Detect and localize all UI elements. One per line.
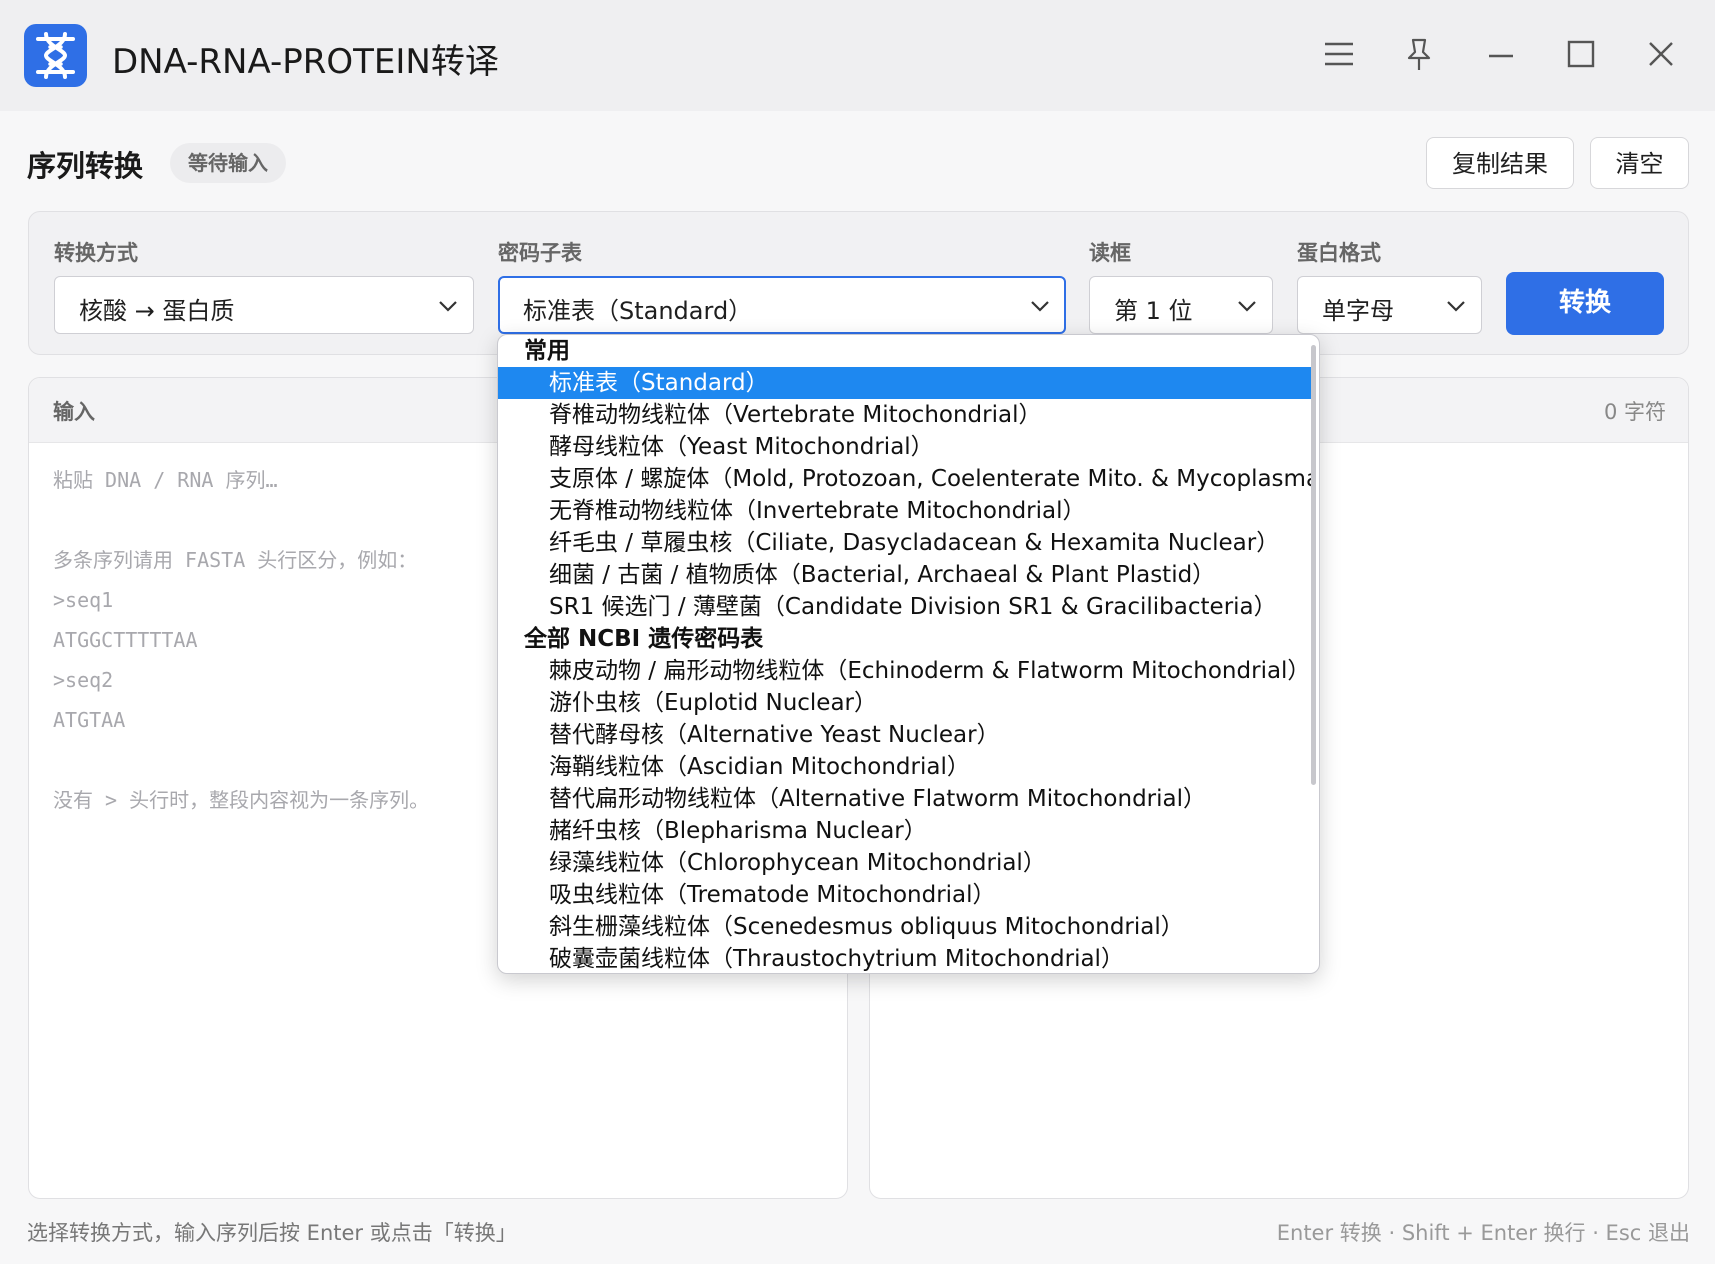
copy-result-button[interactable]: 复制结果 [1426,137,1574,189]
reading-frame-select-value: 第 1 位 [1114,297,1193,325]
dropdown-option[interactable]: 赭纤虫核（Blepharisma Nuclear） [498,815,1312,847]
dropdown-option[interactable]: 替代扁形动物线粒体（Alternative Flatworm Mitochond… [498,783,1312,815]
convert-button[interactable]: 转换 [1506,272,1664,335]
reading-frame-select[interactable]: 第 1 位 [1089,276,1273,334]
dropdown-option[interactable]: 斜生栅藻线粒体（Scenedesmus obliquus Mitochondri… [498,911,1312,943]
char-count: 0 字符 [1603,400,1666,424]
app-title: DNA-RNA-PROTEIN转译 [112,42,499,82]
codon-table-select[interactable]: 标准表（Standard） [498,276,1066,334]
protein-format-select-value: 单字母 [1322,297,1394,325]
dropdown-option[interactable]: 酵母线粒体（Yeast Mitochondrial） [498,431,1312,463]
dropdown-option[interactable]: 无脊椎动物线粒体（Invertebrate Mitochondrial） [498,495,1312,527]
dropdown-option[interactable]: 标准表（Standard） [498,367,1312,399]
mode-select-value: 核酸 → 蛋白质 [79,297,235,325]
codon-table-label: 密码子表 [498,241,582,265]
maximize-icon[interactable] [1563,36,1599,72]
chevron-down-icon [1445,295,1467,323]
pin-icon[interactable] [1401,36,1437,72]
protein-format-label: 蛋白格式 [1297,241,1381,265]
codon-table-select-value: 标准表（Standard） [523,297,753,325]
dropdown-option[interactable]: 纤毛虫 / 草履虫核（Ciliate, Dasycladacean & Hexa… [498,527,1312,559]
footer-hint: 选择转换方式，输入序列后按 Enter 或点击「转换」 [27,1221,517,1245]
reading-frame-label: 读框 [1089,241,1131,265]
dropdown-group-label: 常用 [524,338,570,364]
clear-button[interactable]: 清空 [1590,137,1689,189]
input-pane-title: 输入 [53,400,95,424]
minimize-icon[interactable] [1483,36,1519,72]
chevron-down-icon [437,295,459,323]
mode-label: 转换方式 [54,241,138,265]
dna-helix-icon [24,24,87,87]
dropdown-scrollbar[interactable] [1310,337,1318,971]
dropdown-option[interactable]: 绿藻线粒体（Chlorophycean Mitochondrial） [498,847,1312,879]
page-title: 序列转换 [27,149,144,183]
dropdown-option[interactable]: 细菌 / 古菌 / 植物质体（Bacterial, Archaeal & Pla… [498,559,1312,591]
dropdown-option[interactable]: 支原体 / 螺旋体（Mold, Protozoan, Coelenterate … [498,463,1312,495]
dropdown-group-label: 全部 NCBI 遗传密码表 [524,626,764,652]
status-badge: 等待输入 [170,143,286,183]
dropdown-scrollbar-thumb[interactable] [1311,345,1316,785]
title-bar: DNA-RNA-PROTEIN转译 [0,0,1715,111]
dropdown-option[interactable]: 破囊壶菌线粒体（Thraustochytrium Mitochondrial） [498,943,1312,973]
dropdown-option[interactable]: 游仆虫核（Euplotid Nuclear） [498,687,1312,719]
input-placeholder: 粘贴 DNA / RNA 序列… 多条序列请用 FASTA 头行区分，例如： >… [53,468,430,812]
keyboard-shortcuts-hint: Enter 转换 · Shift + Enter 换行 · Esc 退出 [1276,1221,1690,1245]
dropdown-option[interactable]: 吸虫线粒体（Trematode Mitochondrial） [498,879,1312,911]
mode-select[interactable]: 核酸 → 蛋白质 [54,276,474,334]
dropdown-option[interactable]: 脊椎动物线粒体（Vertebrate Mitochondrial） [498,399,1312,431]
menu-icon[interactable] [1321,36,1357,72]
dropdown-option[interactable]: 棘皮动物 / 扁形动物线粒体（Echinoderm & Flatworm Mit… [498,655,1312,687]
dropdown-option[interactable]: 海鞘线粒体（Ascidian Mitochondrial） [498,751,1312,783]
codon-table-dropdown[interactable]: 常用标准表（Standard） 脊椎动物线粒体（Vertebrate Mitoch… [497,334,1320,974]
codon-table-options: 常用标准表（Standard） 脊椎动物线粒体（Vertebrate Mitoch… [498,335,1312,973]
protein-format-select[interactable]: 单字母 [1297,276,1482,334]
chevron-down-icon [1029,295,1051,323]
close-icon[interactable] [1643,36,1679,72]
dropdown-option[interactable]: 替代酵母核（Alternative Yeast Nuclear） [498,719,1312,751]
chevron-down-icon [1236,295,1258,323]
dropdown-option[interactable]: SR1 候选门 / 薄壁菌（Candidate Division SR1 & G… [498,591,1312,623]
